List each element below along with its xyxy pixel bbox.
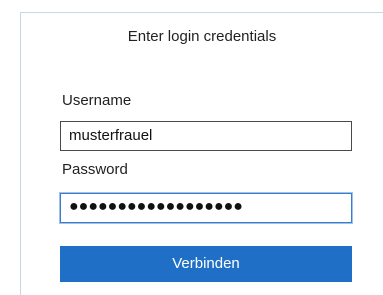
- login-panel: Enter login credentials Username musterf…: [20, 12, 383, 295]
- username-label: Username: [62, 92, 132, 109]
- connect-button[interactable]: Verbinden: [60, 246, 352, 282]
- password-input[interactable]: ●●●●●●●●●●●●●●●●●●: [60, 193, 352, 223]
- username-input[interactable]: musterfrauel: [60, 121, 352, 151]
- password-label: Password: [62, 161, 128, 178]
- login-title: Enter login credentials: [127, 28, 277, 45]
